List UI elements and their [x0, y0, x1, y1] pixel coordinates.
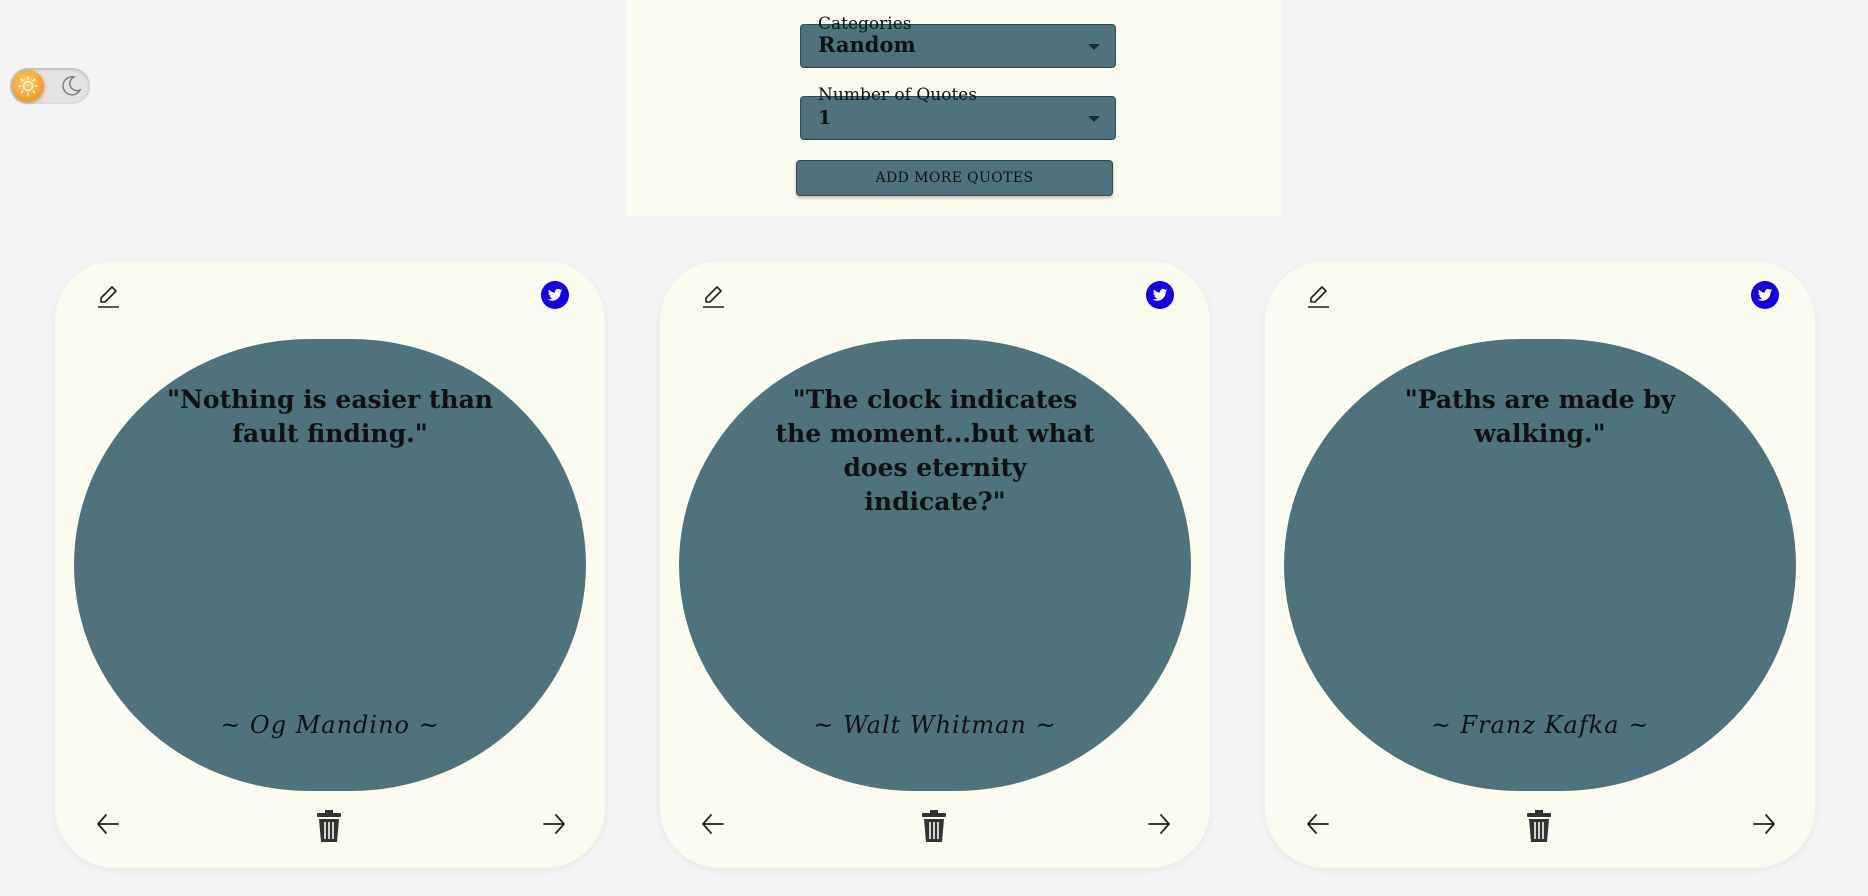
arrow-right-icon[interactable]	[539, 809, 569, 839]
arrow-left-icon[interactable]	[93, 809, 123, 839]
quote-card: "Nothing is easier than fault finding." …	[55, 261, 605, 868]
add-more-quotes-button[interactable]: ADD MORE QUOTES	[796, 160, 1113, 196]
quote-author: ~ Og Mandino ~	[220, 711, 440, 739]
sun-icon	[12, 70, 44, 102]
quote-text: "Paths are made by walking."	[1404, 385, 1676, 448]
quote-card: "The clock indicates the moment...but wh…	[660, 261, 1210, 868]
arrow-right-icon[interactable]	[1144, 809, 1174, 839]
quote-author: ~ Franz Kafka ~	[1430, 711, 1650, 739]
quote-text: "Nothing is easier than fault finding."	[167, 385, 493, 448]
quote-card: "Paths are made by walking." ~ Franz Kaf…	[1265, 261, 1815, 868]
number-of-quotes-value: 1	[818, 107, 832, 129]
number-of-quotes-select[interactable]: Number of Quotes 1	[800, 85, 1116, 140]
trash-icon[interactable]	[1524, 809, 1554, 843]
edit-icon[interactable]	[93, 281, 123, 311]
edit-icon[interactable]	[698, 281, 728, 311]
number-of-quotes-label: Number of Quotes	[818, 85, 978, 105]
arrow-left-icon[interactable]	[1303, 809, 1333, 839]
trash-icon[interactable]	[919, 809, 949, 843]
categories-select[interactable]: Categories Random	[800, 14, 1116, 68]
quote-text: "The clock indicates the moment...but wh…	[775, 385, 1095, 516]
chevron-down-icon	[1088, 116, 1100, 122]
twitter-icon[interactable]	[1751, 281, 1779, 309]
twitter-icon[interactable]	[1146, 281, 1174, 309]
arrow-right-icon[interactable]	[1749, 809, 1779, 839]
quote-author: ~ Walt Whitman ~	[813, 711, 1057, 739]
categories-label: Categories	[818, 14, 912, 34]
edit-icon[interactable]	[1303, 281, 1333, 311]
chevron-down-icon	[1088, 44, 1100, 50]
theme-toggle[interactable]	[10, 68, 90, 104]
trash-icon[interactable]	[314, 809, 344, 843]
moon-icon	[58, 73, 84, 99]
categories-value: Random	[818, 32, 916, 57]
twitter-icon[interactable]	[541, 281, 569, 309]
arrow-left-icon[interactable]	[698, 809, 728, 839]
